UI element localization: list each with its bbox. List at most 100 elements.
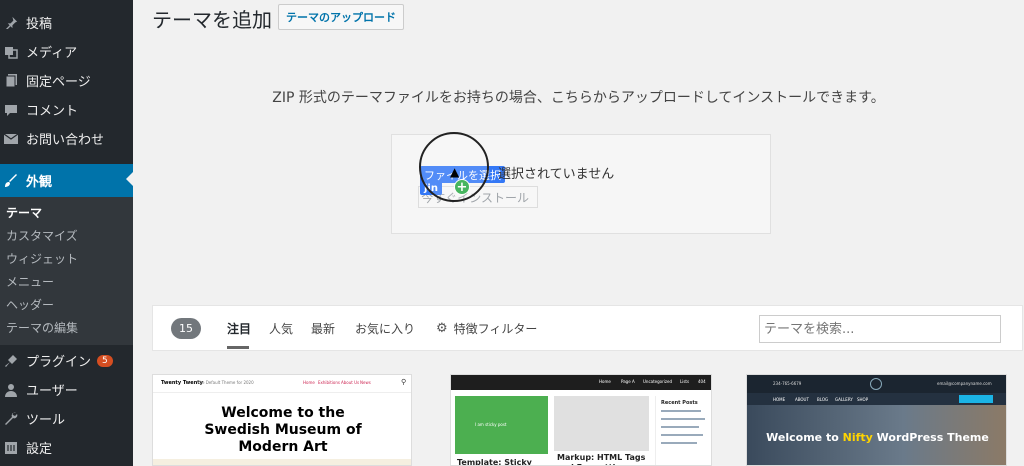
submenu-item-menus[interactable]: メニュー xyxy=(6,273,54,290)
theme-preview-footer xyxy=(153,459,411,465)
sidebar-item-pages[interactable]: 固定ページ xyxy=(0,66,133,95)
theme-count-badge: 15 xyxy=(171,318,201,339)
heading-highlight: Nifty xyxy=(842,431,873,444)
widget-title: Recent Posts xyxy=(661,400,698,406)
widget-line xyxy=(661,434,703,436)
post-title: Markup: HTML Tags and Formatting xyxy=(557,453,646,465)
settings-icon xyxy=(4,441,18,455)
sidebar-item-comments[interactable]: コメント xyxy=(0,95,133,124)
theme-search-input[interactable] xyxy=(759,315,1001,343)
sidebar-item-label: 外観 xyxy=(26,175,53,190)
sidebar-item-media[interactable]: メディア xyxy=(0,37,133,66)
tile-caption: I am sticky post xyxy=(475,422,507,427)
sidebar-item-label: 固定ページ xyxy=(26,75,91,90)
theme-nav-item: Lists xyxy=(680,379,690,384)
update-count-badge: 5 xyxy=(97,354,113,367)
sidebar-item-label: メディア xyxy=(26,46,78,61)
sticky-post-image: I am sticky post xyxy=(455,396,548,454)
upload-theme-button[interactable]: テーマのアップロード xyxy=(278,4,404,30)
heading-part: WordPress Theme xyxy=(872,431,989,444)
tab-favorites[interactable]: お気に入り xyxy=(355,320,415,337)
sidebar-item-label: コメント xyxy=(26,104,79,119)
sidebar-item-label: 投稿 xyxy=(26,17,53,32)
theme-nav-item: Uncategorized xyxy=(643,379,672,384)
theme-nav-item: Home xyxy=(599,379,611,384)
theme-nav-item: HOME xyxy=(773,397,786,402)
theme-preview-heading: Welcome to Nifty WordPress Theme xyxy=(747,431,1006,444)
plugin-icon xyxy=(4,354,18,368)
sidebar-item-label: ツール xyxy=(26,413,66,428)
theme-tagline: The Default Theme for 2020 xyxy=(197,380,254,385)
theme-nav-item: Home xyxy=(303,380,315,385)
sidebar-item-settings[interactable]: 設定 xyxy=(0,433,133,462)
theme-nav-item: SHOP xyxy=(857,397,869,402)
submenu-item-theme-editor[interactable]: テーマの編集 xyxy=(6,319,78,336)
tab-featured[interactable]: 注目 xyxy=(227,320,251,337)
sidebar-item-label: お問い合わせ xyxy=(26,133,105,148)
no-file-selected-text: 選択されていません xyxy=(498,167,615,182)
sidebar-item-label: プラグイン xyxy=(26,355,92,370)
mail-icon xyxy=(4,132,18,146)
theme-preview-header: Home Page A Uncategorized Lists 404 xyxy=(451,375,711,390)
widget-line xyxy=(661,442,697,444)
post-image-placeholder xyxy=(554,396,649,451)
comments-icon xyxy=(4,103,18,117)
feature-filter-button[interactable]: ⚙ 特徴フィルター xyxy=(436,320,537,337)
recent-posts-widget: Recent Posts xyxy=(655,396,711,465)
theme-preview-header: Twenty Twenty The Default Theme for 2020… xyxy=(153,375,411,393)
theme-nav-item: About Us xyxy=(341,380,360,385)
theme-preview-topbar: 234-765-6679 email@companyname.com xyxy=(747,375,1006,393)
wrench-icon xyxy=(4,412,18,426)
contact-button xyxy=(959,395,993,403)
pages-icon xyxy=(4,73,18,88)
widget-line xyxy=(661,418,705,420)
sidebar-item-tools[interactable]: ツール xyxy=(0,404,133,433)
sidebar-item-label: ユーザー xyxy=(26,384,78,399)
heading-part: Welcome to xyxy=(766,431,843,444)
tab-latest[interactable]: 最新 xyxy=(311,320,335,337)
user-icon xyxy=(4,383,18,397)
upload-description: ZIP 形式のテーマファイルをお持ちの場合、こちらからアップロードしてインストー… xyxy=(272,90,885,106)
widget-line xyxy=(661,410,701,412)
active-tab-underline xyxy=(227,346,249,349)
theme-nav-item: 404 xyxy=(698,379,706,384)
theme-nav-item: ABOUT xyxy=(795,397,809,402)
main-content: テーマを追加 テーマのアップロード ZIP 形式のテーマファイルをお持ちの場合、… xyxy=(133,0,1024,466)
theme-hero-image: Welcome to Nifty WordPress Theme xyxy=(747,405,1006,465)
sidebar-item-users[interactable]: ユーザー xyxy=(0,375,133,404)
submenu-item-customize[interactable]: カスタマイズ xyxy=(6,227,78,244)
sidebar-item-plugins[interactable]: プラグイン 5 xyxy=(0,346,133,375)
gear-icon: ⚙ xyxy=(436,321,448,336)
theme-nav-item: Page A xyxy=(621,379,635,384)
media-icon xyxy=(4,45,18,59)
sidebar-item-appearance[interactable]: 外観 xyxy=(0,164,133,197)
submenu-item-widgets[interactable]: ウィジェット xyxy=(6,250,78,267)
post-title: Template: Sticky xyxy=(457,458,532,466)
mouse-cursor-icon: ▲ xyxy=(450,165,460,179)
logo-icon xyxy=(870,378,882,390)
submenu-item-header[interactable]: ヘッダー xyxy=(6,296,54,313)
theme-card-twenty-nineteen[interactable]: Home Page A Uncategorized Lists 404 I am… xyxy=(450,374,712,466)
theme-nav-item: News xyxy=(360,380,371,385)
sidebar-item-posts[interactable]: 投稿 xyxy=(0,8,133,37)
search-icon: ⚲ xyxy=(401,378,407,386)
feature-filter-label: 特徴フィルター xyxy=(453,322,538,336)
appearance-submenu: テーマ カスタマイズ ウィジェット メニュー ヘッダー テーマの編集 xyxy=(0,197,133,345)
theme-filter-bar: 15 注目 人気 最新 お気に入り ⚙ 特徴フィルター xyxy=(152,305,1023,351)
email-text: email@companyname.com xyxy=(937,381,992,386)
tab-popular[interactable]: 人気 xyxy=(269,320,293,337)
sidebar-item-label: 設定 xyxy=(26,442,53,457)
theme-preview-heading: Welcome to the Swedish Museum of Modern … xyxy=(204,405,362,455)
upload-form: ファイルを選択 選択されていません 今すぐインストール jin + ▲ xyxy=(391,132,771,234)
page-title: テーマを追加 xyxy=(152,8,272,32)
sidebar-item-contact[interactable]: お問い合わせ xyxy=(0,124,133,153)
admin-sidebar: 投稿 メディア 固定ページ コメント お問い合わせ 外観 テーマ カスタマイズ … xyxy=(0,0,133,466)
submenu-item-themes[interactable]: テーマ xyxy=(6,204,42,221)
phone-text: 234-765-6679 xyxy=(773,381,802,386)
brush-icon xyxy=(4,173,18,188)
theme-card-twenty-twenty[interactable]: Twenty Twenty The Default Theme for 2020… xyxy=(152,374,412,466)
theme-nav-item: Exhibitions xyxy=(318,380,340,385)
widget-line xyxy=(661,426,699,428)
theme-card-nifty[interactable]: 234-765-6679 email@companyname.com HOME … xyxy=(746,374,1007,466)
theme-nav-item: GALLERY xyxy=(835,397,853,402)
